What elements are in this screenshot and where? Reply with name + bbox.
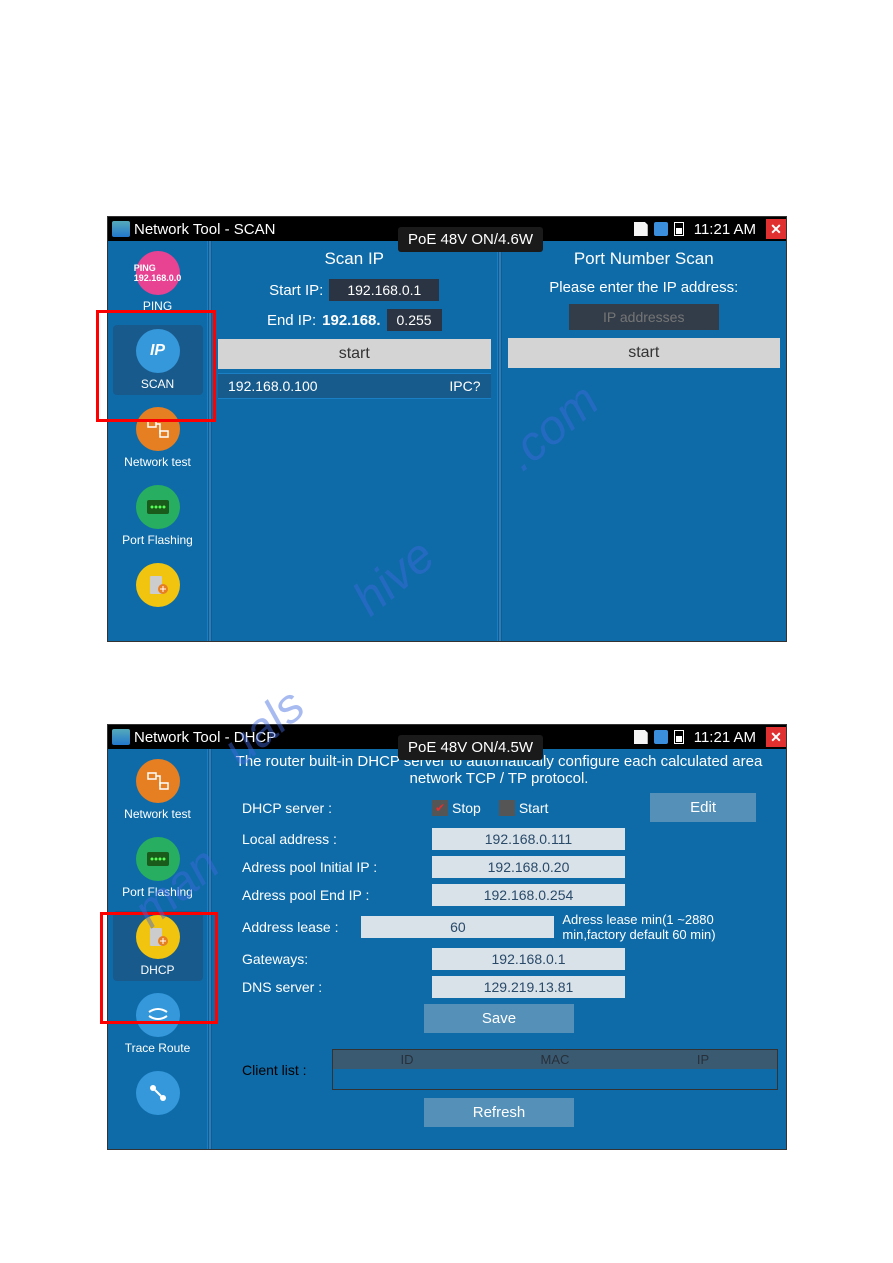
clock: 11:21 AM bbox=[690, 729, 760, 746]
port-scan-panel: Port Number Scan Please enter the IP add… bbox=[502, 241, 787, 641]
pool-initial-input[interactable] bbox=[432, 856, 625, 878]
dns-input[interactable] bbox=[432, 976, 625, 998]
close-button[interactable]: ✕ bbox=[766, 727, 786, 747]
lease-hint: Adress lease min(1 ~2880 min,factory def… bbox=[562, 912, 756, 942]
sidebar-item-trace-route[interactable]: Trace Route bbox=[113, 989, 203, 1059]
dhcp-icon bbox=[136, 563, 180, 607]
trace-route-icon bbox=[136, 993, 180, 1037]
start-ip-input[interactable] bbox=[329, 279, 439, 301]
clock: 11:21 AM bbox=[690, 221, 760, 238]
refresh-button[interactable]: Refresh bbox=[424, 1098, 574, 1127]
port-scan-prompt: Please enter the IP address: bbox=[508, 279, 781, 296]
scan-ip-panel: Scan IP Start IP: End IP: 192.168. start… bbox=[212, 241, 498, 641]
sidebar-item-dhcp[interactable] bbox=[113, 559, 203, 615]
sidebar-item-scan[interactable]: IP SCAN bbox=[113, 325, 203, 395]
edit-button[interactable]: Edit bbox=[650, 793, 756, 822]
sidebar-item-link[interactable] bbox=[113, 1067, 203, 1123]
scan-start-button[interactable]: start bbox=[218, 339, 491, 369]
pool-end-label: Adress pool End IP : bbox=[242, 887, 432, 903]
app-icon bbox=[112, 729, 130, 745]
start-label: Start bbox=[519, 800, 549, 816]
sidebar: PING192.168.0.0 PING IP SCAN Network tes… bbox=[108, 241, 208, 641]
save-button[interactable]: Save bbox=[424, 1004, 574, 1033]
gateways-label: Gateways: bbox=[242, 951, 432, 967]
sidebar-item-port-flashing[interactable]: Port Flashing bbox=[113, 481, 203, 551]
client-list-label: Client list : bbox=[242, 1062, 332, 1078]
sidebar-label: Network test bbox=[124, 807, 191, 821]
end-ip-input[interactable] bbox=[387, 309, 442, 331]
dhcp-icon bbox=[136, 915, 180, 959]
pool-initial-label: Adress pool Initial IP : bbox=[242, 859, 432, 875]
sidebar-item-network-test[interactable]: Network test bbox=[113, 403, 203, 473]
col-id: ID bbox=[333, 1050, 481, 1069]
sidebar-label: Port Flashing bbox=[122, 533, 193, 547]
status-bar: 11:21 AM ✕ bbox=[634, 217, 786, 241]
scan-ip-title: Scan IP bbox=[218, 249, 491, 269]
sidebar-label: PING bbox=[143, 299, 172, 313]
sidebar-label: Trace Route bbox=[125, 1041, 191, 1055]
sidebar-item-port-flashing[interactable]: Port Flashing bbox=[113, 833, 203, 903]
titlebar: Network Tool - DHCP PoE 48V ON/4.5W 11:2… bbox=[108, 725, 786, 749]
screen-dhcp: Network Tool - DHCP PoE 48V ON/4.5W 11:2… bbox=[107, 724, 787, 1150]
link-monitor-icon bbox=[136, 1071, 180, 1115]
client-list-section: Client list : ID MAC IP bbox=[212, 1049, 786, 1090]
window-title: Network Tool - DHCP bbox=[134, 729, 276, 746]
pool-end-input[interactable] bbox=[432, 884, 625, 906]
screen-scan: Network Tool - SCAN PoE 48V ON/4.6W 11:2… bbox=[107, 216, 787, 642]
network-test-icon bbox=[136, 407, 180, 451]
port-scan-title: Port Number Scan bbox=[508, 249, 781, 269]
network-test-icon bbox=[136, 759, 180, 803]
port-flashing-icon bbox=[136, 837, 180, 881]
lease-input[interactable] bbox=[361, 916, 554, 938]
dns-label: DNS server : bbox=[242, 979, 432, 995]
sidebar-label: Port Flashing bbox=[122, 885, 193, 899]
result-ip: 192.168.0.100 bbox=[228, 378, 318, 394]
close-button[interactable]: ✕ bbox=[766, 219, 786, 239]
sidebar: Network test Port Flashing DHCP Trace Ro… bbox=[108, 749, 208, 1149]
sdcard-icon bbox=[634, 730, 648, 744]
end-ip-label: End IP: bbox=[267, 312, 316, 329]
local-address-input[interactable] bbox=[432, 828, 625, 850]
poe-status-badge: PoE 48V ON/4.6W bbox=[398, 227, 543, 252]
gateways-input[interactable] bbox=[432, 948, 625, 970]
local-address-label: Local address : bbox=[242, 831, 432, 847]
network-icon bbox=[654, 222, 668, 236]
sidebar-item-network-test[interactable]: Network test bbox=[113, 755, 203, 825]
ping-icon: PING192.168.0.0 bbox=[136, 251, 180, 295]
dhcp-form: DHCP server : Stop Start Edit Local addr… bbox=[212, 791, 786, 1041]
sidebar-item-dhcp[interactable]: DHCP bbox=[113, 911, 203, 981]
sdcard-icon bbox=[634, 222, 648, 236]
network-icon bbox=[654, 730, 668, 744]
sidebar-label: SCAN bbox=[141, 377, 174, 391]
stop-label: Stop bbox=[452, 800, 481, 816]
port-flashing-icon bbox=[136, 485, 180, 529]
start-ip-label: Start IP: bbox=[269, 282, 323, 299]
start-checkbox[interactable] bbox=[499, 800, 515, 816]
ip-scan-icon: IP bbox=[136, 329, 180, 373]
sidebar-item-ping[interactable]: PING192.168.0.0 PING bbox=[113, 247, 203, 317]
client-table: ID MAC IP bbox=[332, 1049, 778, 1090]
lease-label: Address lease : bbox=[242, 919, 361, 935]
status-bar: 11:21 AM ✕ bbox=[634, 725, 786, 749]
scan-result-row[interactable]: 192.168.0.100 IPC? bbox=[218, 374, 491, 399]
stop-checkbox[interactable] bbox=[432, 800, 448, 816]
port-scan-start-button[interactable]: start bbox=[508, 338, 781, 368]
poe-status-badge: PoE 48V ON/4.5W bbox=[398, 735, 543, 760]
scan-results: 192.168.0.100 IPC? bbox=[218, 373, 491, 399]
sidebar-label: DHCP bbox=[140, 963, 174, 977]
window-title: Network Tool - SCAN bbox=[134, 221, 275, 238]
end-ip-prefix: 192.168. bbox=[322, 312, 380, 329]
col-mac: MAC bbox=[481, 1050, 629, 1069]
app-icon bbox=[112, 221, 130, 237]
sidebar-label: Network test bbox=[124, 455, 191, 469]
result-type: IPC? bbox=[449, 378, 480, 394]
titlebar: Network Tool - SCAN PoE 48V ON/4.6W 11:2… bbox=[108, 217, 786, 241]
battery-icon bbox=[674, 730, 684, 744]
battery-icon bbox=[674, 222, 684, 236]
port-scan-ip-input[interactable] bbox=[569, 304, 719, 330]
col-ip: IP bbox=[629, 1050, 777, 1069]
dhcp-server-label: DHCP server : bbox=[242, 800, 432, 816]
client-table-body bbox=[333, 1069, 777, 1089]
